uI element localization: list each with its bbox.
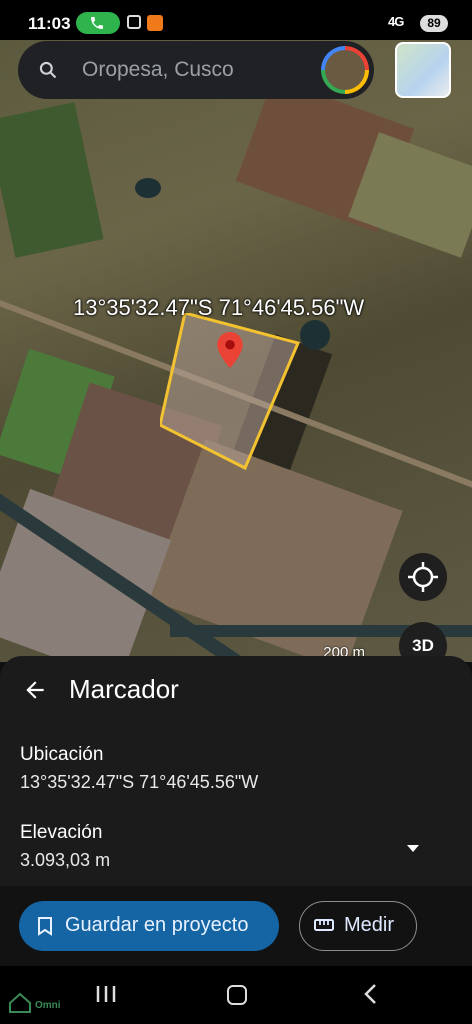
search-icon bbox=[39, 61, 57, 79]
search-bar[interactable]: Oropesa, Cusco bbox=[18, 41, 374, 99]
watermark-text: Omni bbox=[35, 1000, 61, 1011]
bookmark-icon bbox=[38, 917, 52, 936]
location-pin-icon[interactable] bbox=[217, 332, 243, 368]
elevation-label: Elevación bbox=[20, 822, 103, 843]
chevron-down-icon[interactable] bbox=[406, 843, 420, 853]
placemark-sheet: Marcador Ubicación 13°35'32.47"S 71°46'4… bbox=[0, 656, 472, 886]
my-location-button[interactable] bbox=[399, 553, 447, 601]
ruler-icon bbox=[314, 919, 334, 931]
crosshair-icon bbox=[408, 562, 438, 592]
save-to-project-button[interactable]: Guardar en proyecto bbox=[19, 901, 279, 951]
map-field bbox=[0, 102, 104, 258]
search-input[interactable]: Oropesa, Cusco bbox=[82, 58, 234, 82]
home-icon[interactable] bbox=[227, 985, 247, 1005]
watermark: Omni bbox=[8, 992, 61, 1019]
status-bar: 11:03 4G 89 bbox=[0, 0, 472, 40]
location-value: 13°35'32.47"S 71°46'45.56"W bbox=[20, 772, 259, 792]
call-indicator[interactable] bbox=[76, 12, 120, 34]
nav-back-icon[interactable] bbox=[363, 983, 377, 1005]
action-bar: Guardar en proyecto Medir bbox=[0, 886, 472, 966]
signal-icon: 4G bbox=[388, 14, 404, 29]
app-notification-icon bbox=[147, 15, 163, 31]
sheet-title: Marcador bbox=[69, 674, 179, 704]
status-time: 11:03 bbox=[28, 14, 71, 33]
account-avatar[interactable] bbox=[321, 46, 369, 94]
phone-icon bbox=[91, 17, 103, 29]
screenshot-icon bbox=[127, 15, 141, 29]
coordinates-label: 13°35'32.47"S 71°46'45.56"W bbox=[73, 295, 365, 320]
map-layers-button[interactable] bbox=[395, 42, 451, 98]
map-pond bbox=[300, 320, 330, 350]
elevation-value: 3.093,03 m bbox=[20, 850, 111, 870]
recent-apps-icon[interactable] bbox=[95, 984, 117, 1004]
back-arrow-icon[interactable] bbox=[22, 677, 48, 703]
map-pond bbox=[135, 178, 161, 198]
measure-button[interactable]: Medir bbox=[299, 901, 417, 951]
house-logo-icon bbox=[9, 992, 31, 1013]
battery-icon: 89 bbox=[420, 15, 448, 32]
measure-label: Medir bbox=[344, 914, 395, 936]
system-nav-bar bbox=[0, 966, 472, 1024]
save-to-project-label: Guardar en proyecto bbox=[65, 914, 249, 936]
location-label: Ubicación bbox=[20, 744, 104, 765]
satellite-map[interactable]: 13°35'32.47"S 71°46'45.56"W 3D 200 m bbox=[0, 40, 472, 662]
